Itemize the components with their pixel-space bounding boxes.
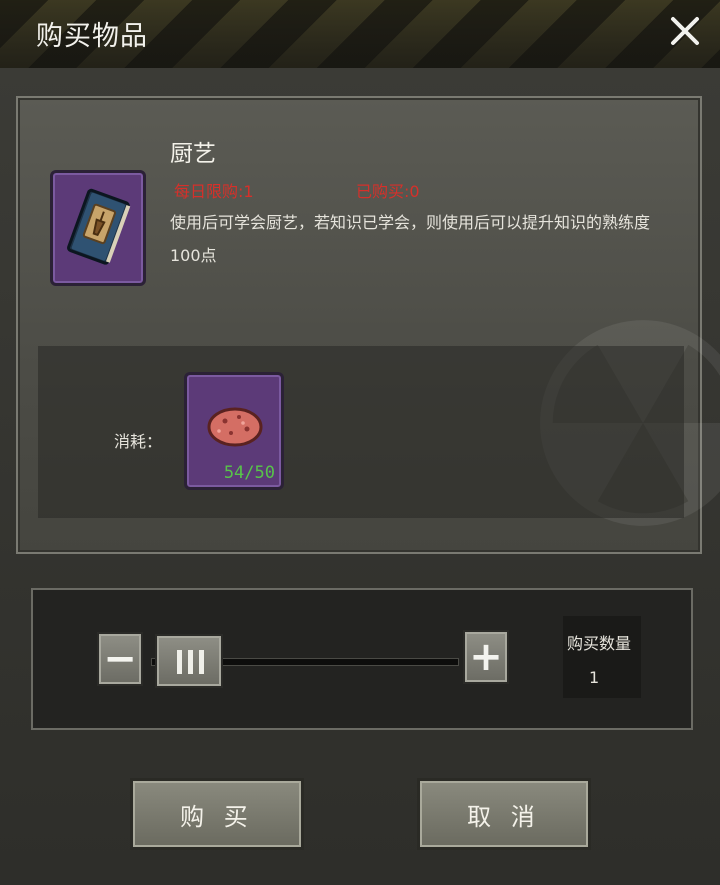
close-button[interactable]	[668, 14, 702, 48]
grip-line	[177, 650, 182, 674]
cost-section: 消耗： 54/50	[38, 346, 684, 518]
item-info-panel: 厨艺 每日限购:1 已购买:0 使用后可学会厨艺，若知识已学会，则使用后可以提升…	[16, 96, 720, 554]
plus-icon: +	[469, 634, 503, 680]
daily-limit-text: 每日限购:1	[174, 182, 254, 201]
cost-item-slot[interactable]: 54/50	[184, 372, 284, 490]
purchased-count-text: 已购买:0	[356, 182, 420, 201]
cancel-button[interactable]: 取 消	[417, 778, 591, 850]
close-icon	[671, 17, 699, 45]
buy-button[interactable]: 购 买	[130, 778, 304, 850]
dialog-title: 购买物品	[36, 21, 148, 52]
recipe-book-icon	[67, 188, 131, 265]
potato-icon	[207, 407, 263, 447]
increase-button[interactable]: +	[463, 630, 509, 684]
quantity-display	[563, 616, 641, 698]
grip-line	[188, 650, 193, 674]
item-slot[interactable]	[50, 170, 146, 286]
item-description: 使用后可学会厨艺，若知识已学会，则使用后可以提升知识的熟练度100点	[170, 213, 651, 265]
quantity-value: 1	[589, 668, 600, 687]
minus-icon: −	[103, 636, 137, 682]
item-name: 厨艺	[170, 141, 216, 167]
quantity-panel: − + 购买数量 1	[31, 588, 693, 730]
cost-count: 54/50	[223, 463, 275, 483]
quantity-slider-handle[interactable]	[155, 634, 223, 688]
decrease-button[interactable]: −	[97, 632, 143, 686]
cost-label: 消耗：	[114, 432, 163, 451]
quantity-label: 购买数量	[567, 634, 632, 653]
grip-line	[199, 650, 204, 674]
